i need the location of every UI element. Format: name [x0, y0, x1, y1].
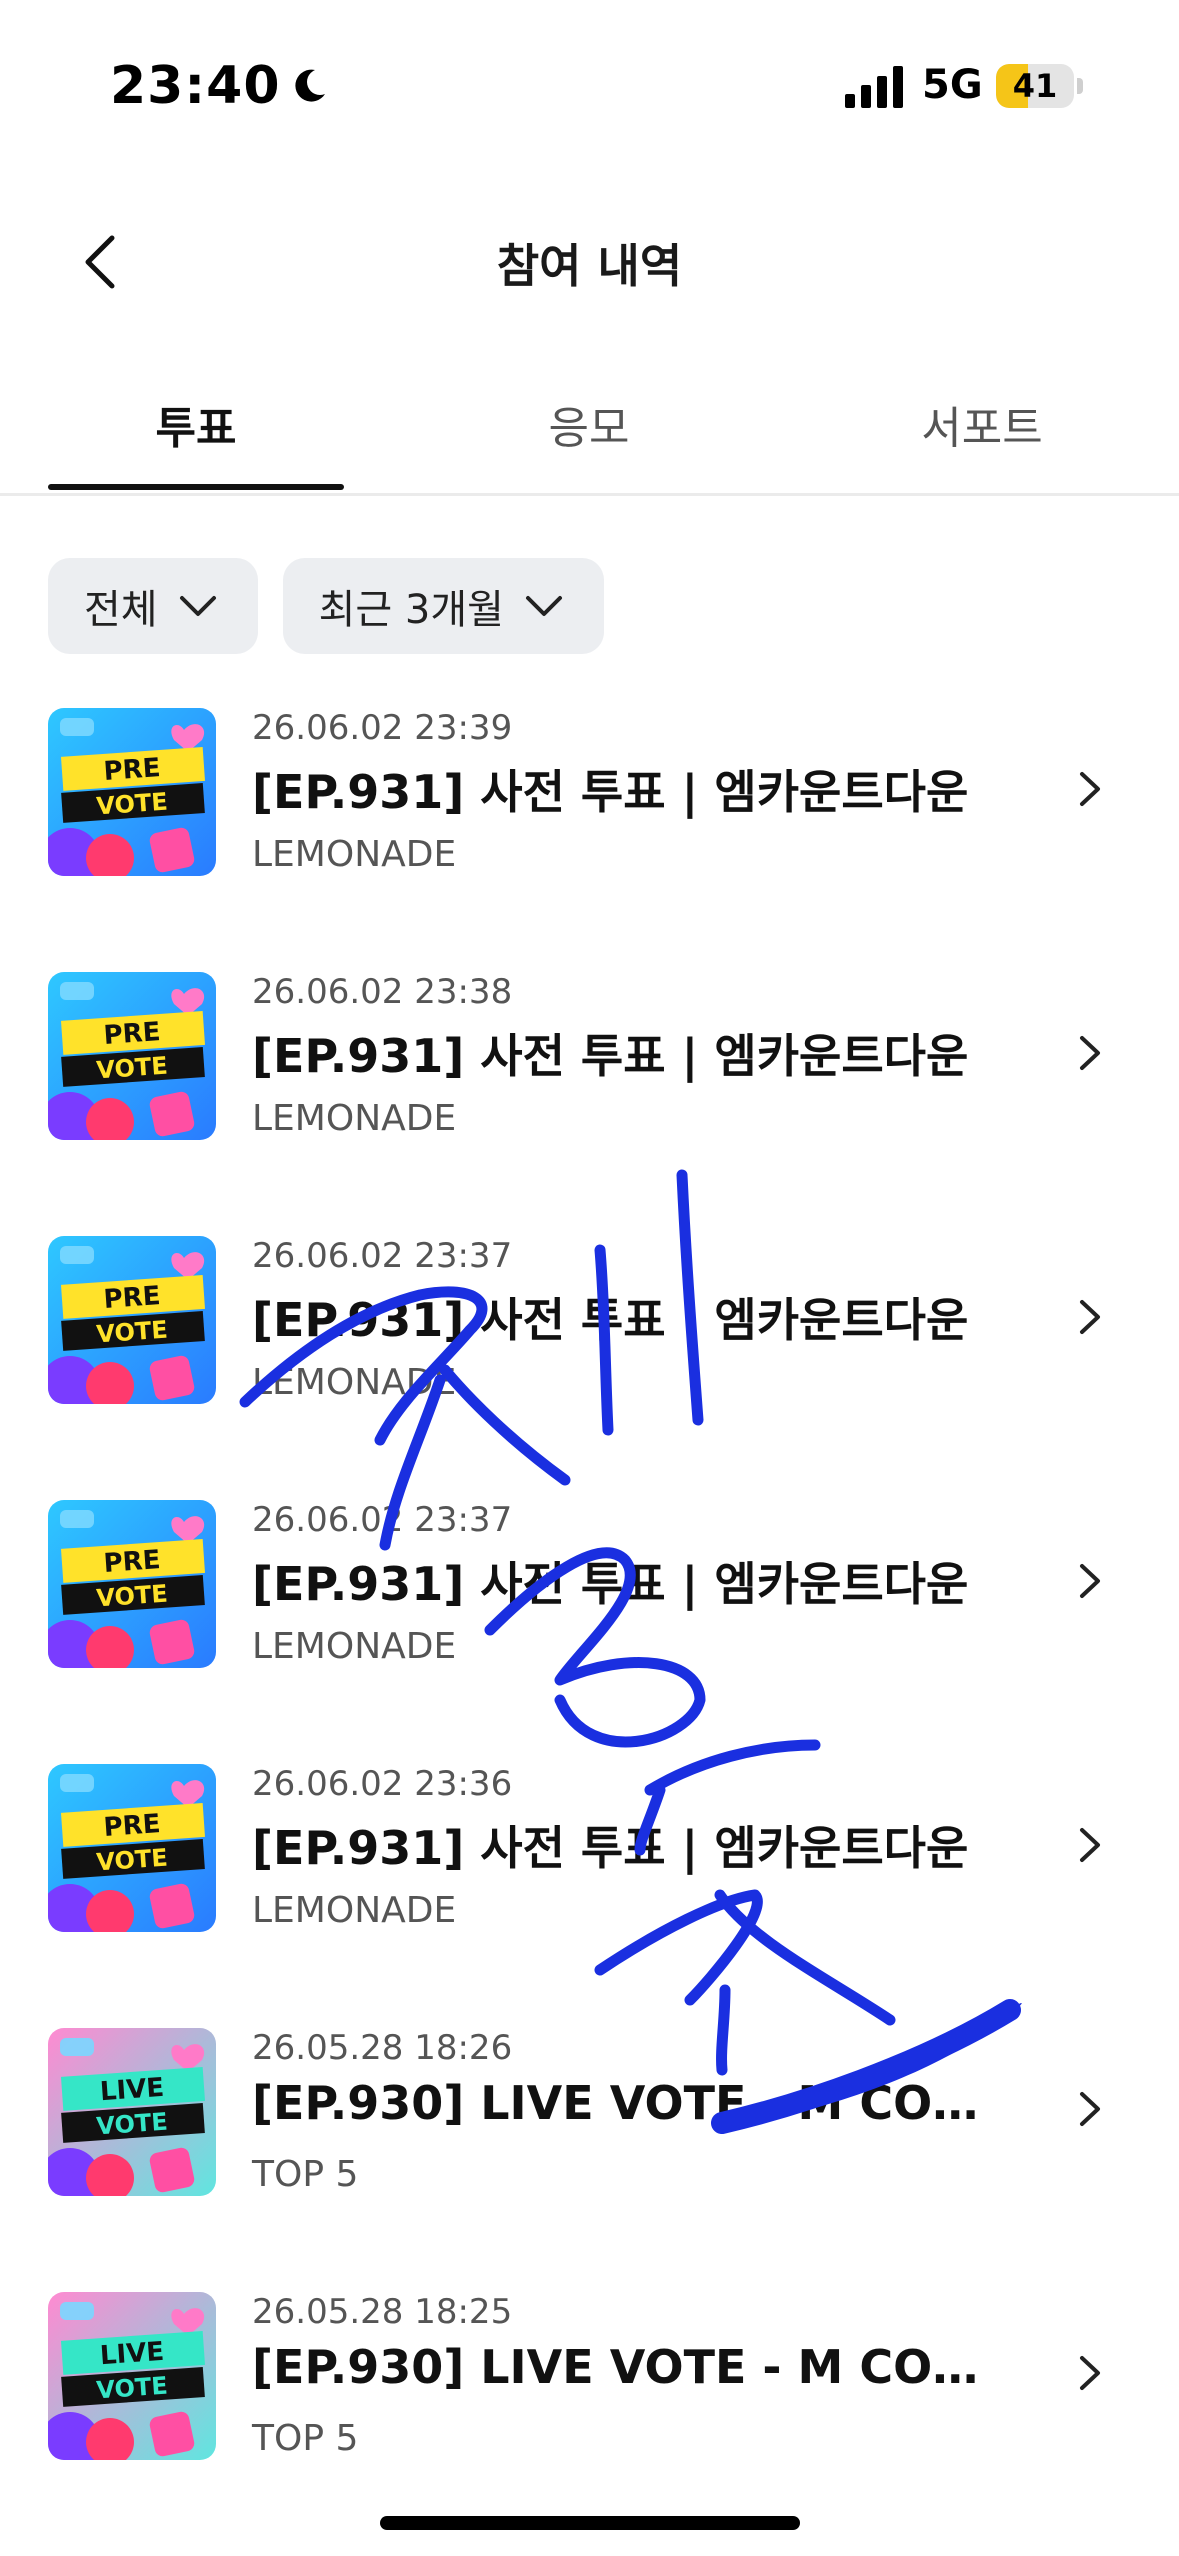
filter-period-label: 최근 3개월	[318, 587, 504, 633]
chevron-right-icon	[1080, 772, 1100, 806]
item-title: [EP.930] LIVE VOTE - M COUNTDOWN	[252, 2340, 1012, 2394]
tab-entry[interactable]: 응모	[441, 392, 737, 456]
vote-thumbnail: PRE VOTE	[48, 972, 216, 1140]
item-title: [EP.931] 사전 투표 | 엠카운트다운	[252, 1293, 969, 1347]
svg-text:PRE: PRE	[103, 1017, 162, 1051]
item-title: [EP.931] 사전 투표 | 엠카운트다운	[252, 765, 969, 819]
svg-text:PRE: PRE	[103, 753, 162, 787]
page-title: 참여 내역	[496, 239, 683, 293]
item-title: [EP.931] 사전 투표 | 엠카운트다운	[252, 1821, 969, 1875]
list-item[interactable]: PRE VOTE 26.06.02 23:36 [EP.931] 사전 투표 | …	[0, 1756, 1179, 1956]
chevron-down-icon	[179, 596, 216, 616]
battery-icon: 41	[996, 64, 1074, 108]
item-date: 26.06.02 23:36	[252, 1764, 513, 1804]
home-indicator	[380, 2516, 800, 2530]
battery-nub	[1077, 78, 1083, 94]
svg-text:VOTE: VOTE	[96, 1844, 169, 1877]
item-subtitle: LEMONADE	[252, 834, 457, 875]
item-subtitle: LEMONADE	[252, 1890, 457, 1931]
svg-text:PRE: PRE	[103, 1281, 162, 1315]
vote-thumbnail: PRE VOTE	[48, 1764, 216, 1932]
item-date: 26.05.28 18:26	[252, 2028, 513, 2068]
battery-percent: 41	[1012, 67, 1058, 105]
filter-category-label: 전체	[84, 587, 158, 633]
item-date: 26.06.02 23:37	[252, 1500, 513, 1540]
svg-text:VOTE: VOTE	[96, 1316, 169, 1349]
item-title: [EP.931] 사전 투표 | 엠카운트다운	[252, 1029, 969, 1083]
chevron-right-icon	[1080, 2356, 1100, 2390]
list-item[interactable]: PRE VOTE 26.06.02 23:37 [EP.931] 사전 투표 | …	[0, 1228, 1179, 1428]
item-date: 26.06.02 23:37	[252, 1236, 513, 1276]
item-date: 26.05.28 18:25	[252, 2292, 513, 2332]
status-time: 23:40	[110, 56, 329, 116]
item-subtitle: LEMONADE	[252, 1098, 457, 1139]
svg-text:VOTE: VOTE	[96, 2108, 169, 2141]
list-item[interactable]: PRE VOTE 26.06.02 23:38 [EP.931] 사전 투표 | …	[0, 964, 1179, 1164]
item-subtitle: LEMONADE	[252, 1626, 457, 1667]
item-subtitle: TOP 5	[252, 2154, 359, 2195]
filter-bar: 전체 최근 3개월	[48, 558, 604, 654]
network-label: 5G	[922, 62, 983, 108]
svg-text:PRE: PRE	[103, 1809, 162, 1843]
svg-text:LIVE: LIVE	[99, 2073, 165, 2107]
chevron-right-icon	[1080, 1564, 1100, 1598]
vote-thumbnail: LIVE VOTE	[48, 2028, 216, 2196]
tab-vote[interactable]: 투표	[48, 392, 344, 456]
vote-thumbnail: PRE VOTE	[48, 1236, 216, 1404]
tab-bar: 투표 응모 서포트	[0, 360, 1179, 496]
list-item[interactable]: PRE VOTE 26.06.02 23:37 [EP.931] 사전 투표 | …	[0, 1492, 1179, 1692]
chevron-right-icon	[1080, 1300, 1100, 1334]
vote-thumbnail: PRE VOTE	[48, 1500, 216, 1668]
tab-support[interactable]: 서포트	[834, 392, 1130, 456]
status-bar: 23:40 5G 41	[0, 0, 1179, 150]
svg-text:VOTE: VOTE	[96, 788, 169, 821]
item-date: 26.06.02 23:39	[252, 708, 513, 748]
vote-thumbnail: PRE VOTE	[48, 708, 216, 876]
svg-text:VOTE: VOTE	[96, 1052, 169, 1085]
chevron-down-icon	[525, 596, 562, 616]
participation-history-screen: 23:40 5G 41 참여 내역 투표 응모 서포트 전체 최근 3개월 PR…	[0, 0, 1179, 2556]
filter-category-dropdown[interactable]: 전체	[48, 558, 258, 654]
vote-thumbnail: LIVE VOTE	[48, 2292, 216, 2460]
svg-text:VOTE: VOTE	[96, 1580, 169, 1613]
item-subtitle: LEMONADE	[252, 1362, 457, 1403]
time-text: 23:40	[110, 56, 281, 116]
chevron-right-icon	[1080, 1036, 1100, 1070]
header: 참여 내역	[0, 190, 1179, 330]
svg-text:VOTE: VOTE	[96, 2372, 169, 2405]
item-title: [EP.930] LIVE VOTE - M COUNTDOWN	[252, 2076, 1012, 2130]
item-subtitle: TOP 5	[252, 2418, 359, 2459]
svg-text:PRE: PRE	[103, 1545, 162, 1579]
signal-icon	[845, 66, 903, 108]
chevron-right-icon	[1080, 1828, 1100, 1862]
moon-icon	[294, 69, 325, 102]
svg-text:LIVE: LIVE	[99, 2337, 165, 2371]
list-item[interactable]: PRE VOTE 26.06.02 23:39 [EP.931] 사전 투표 | …	[0, 700, 1179, 900]
filter-period-dropdown[interactable]: 최근 3개월	[282, 558, 604, 654]
active-tab-indicator	[48, 484, 344, 490]
item-date: 26.06.02 23:38	[252, 972, 513, 1012]
item-title: [EP.931] 사전 투표 | 엠카운트다운	[252, 1557, 969, 1611]
list-item[interactable]: LIVE VOTE 26.05.28 18:25 [EP.930] LIVE VO…	[0, 2284, 1179, 2484]
chevron-right-icon	[1080, 2092, 1100, 2126]
list-item[interactable]: LIVE VOTE 26.05.28 18:26 [EP.930] LIVE VO…	[0, 2020, 1179, 2220]
